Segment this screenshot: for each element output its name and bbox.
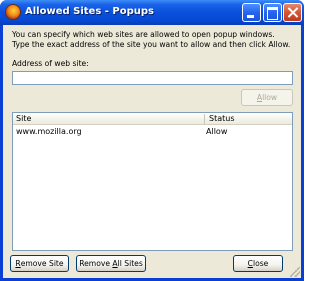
address-label: Address of web site: [12, 59, 89, 68]
close-button[interactable]: Close [233, 255, 283, 272]
remove-all-label-pre: Remove [79, 259, 113, 268]
firefox-icon [5, 4, 21, 20]
allow-button[interactable]: Allow [241, 89, 293, 106]
minimize-button[interactable] [242, 3, 261, 22]
row-status: Allow [206, 127, 228, 136]
remove-all-label: ll Sites [117, 259, 143, 268]
close-label: lose [252, 259, 269, 268]
titlebar[interactable]: Allowed Sites - Popups [0, 0, 304, 25]
row-site: www.mozilla.org [16, 127, 82, 136]
column-divider[interactable] [204, 114, 205, 124]
resize-grip-icon[interactable] [290, 267, 300, 277]
close-window-button[interactable] [283, 3, 302, 22]
dialog-window: Allowed Sites - Popups You can specify w… [0, 0, 304, 281]
list-header: Site Status [13, 113, 292, 125]
sites-list[interactable]: Site Status www.mozilla.org Allow [12, 112, 293, 251]
description-text: You can specify which web sites are allo… [12, 30, 291, 49]
remove-all-sites-button[interactable]: Remove All Sites [76, 255, 146, 272]
table-row[interactable]: www.mozilla.org Allow [13, 126, 292, 138]
address-input[interactable] [12, 71, 293, 85]
column-header-status[interactable]: Status [209, 114, 235, 123]
window-title: Allowed Sites - Popups [25, 6, 154, 17]
column-header-site[interactable]: Site [16, 114, 31, 123]
maximize-button[interactable] [263, 3, 282, 22]
remove-site-label: emove Site [20, 259, 64, 268]
dialog-content: You can specify which web sites are allo… [3, 25, 301, 278]
remove-site-button[interactable]: Remove Site [10, 255, 69, 272]
allow-label: llow [262, 93, 278, 102]
